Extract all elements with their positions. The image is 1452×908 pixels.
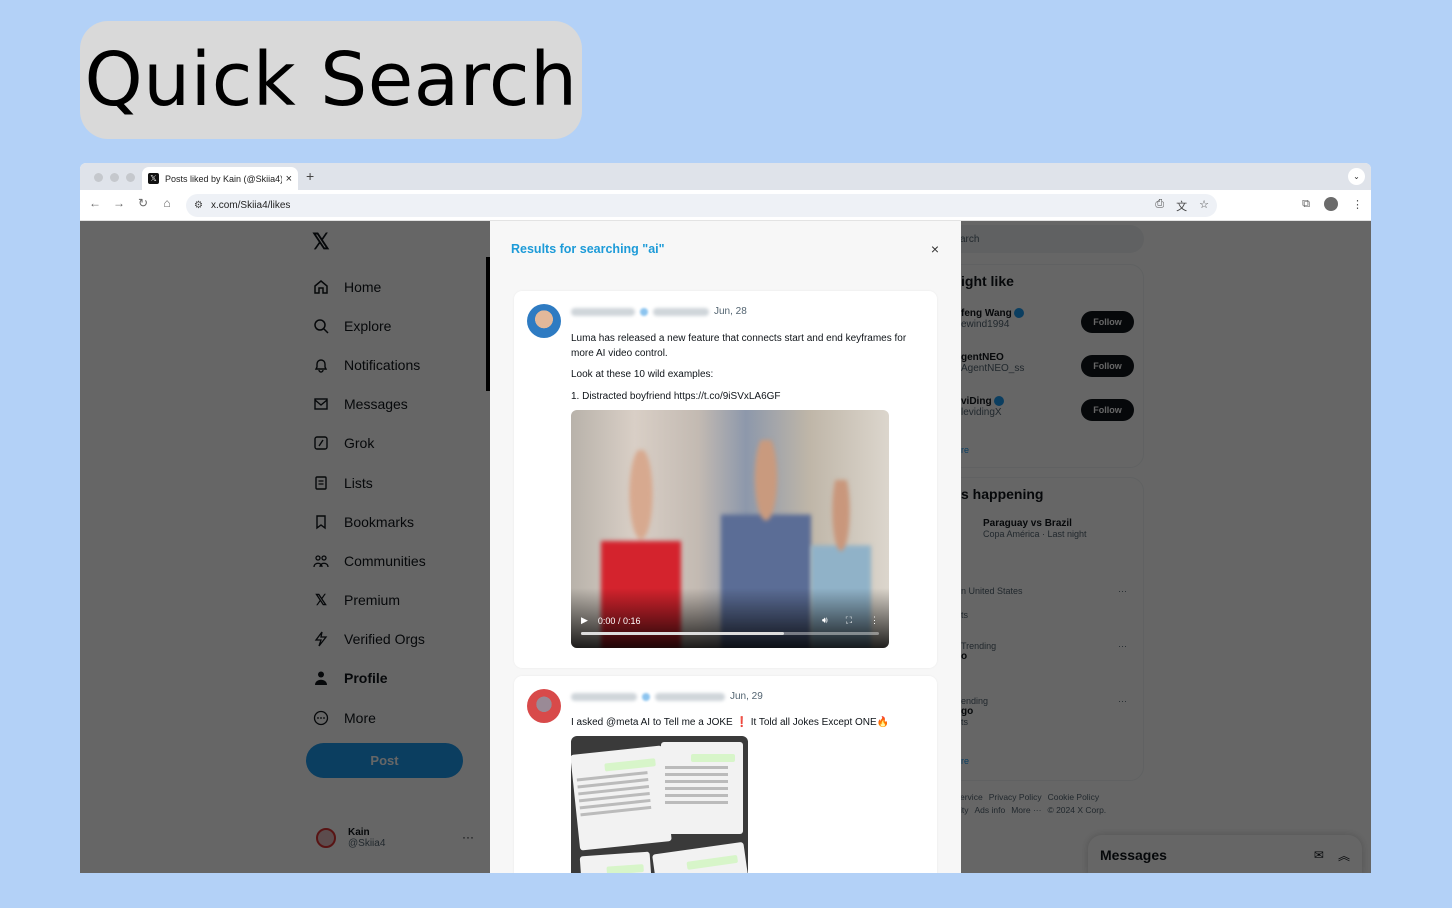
post-text: I asked @meta AI to Tell me a JOKE ❗ It …	[571, 717, 890, 728]
back-arrow-icon[interactable]: ←	[86, 196, 104, 210]
fullscreen-icon[interactable]: ⛶	[846, 615, 852, 626]
browser-window: 𝕏 Posts liked by Kain (@Skiia4) × + ⌄ ← …	[80, 163, 1371, 873]
home-icon[interactable]: ⌂	[158, 196, 176, 210]
video-menu-icon[interactable]: ⋮	[870, 615, 879, 626]
translate-icon[interactable]: 文	[1176, 198, 1187, 214]
bookmark-star-icon[interactable]: ☆	[1199, 198, 1209, 214]
close-icon[interactable]: ×	[931, 241, 939, 257]
verified-badge-icon	[640, 307, 648, 316]
author-avatar[interactable]	[527, 304, 561, 338]
chat-screenshot	[571, 745, 672, 851]
x-page: 𝕏 Home Explore Notifications Messages Gr…	[80, 221, 1371, 873]
extensions-icon[interactable]: ⧉	[1302, 198, 1310, 211]
search-results-modal: Results for searching "ai" × Jun, 28 Lum…	[490, 221, 961, 873]
play-icon[interactable]: ▶	[581, 615, 588, 626]
chat-screenshot	[652, 841, 748, 873]
author-avatar[interactable]	[527, 689, 561, 723]
window-controls	[94, 173, 135, 182]
install-app-icon[interactable]: ⎙	[1155, 198, 1164, 214]
post-header: Jun, 28	[571, 306, 747, 317]
tab-title: Posts liked by Kain (@Skiia4)	[165, 173, 282, 184]
close-tab-icon[interactable]: ×	[286, 173, 292, 185]
post-text: Look at these 10 wild examples:	[571, 369, 714, 380]
maximize-window-button[interactable]	[126, 173, 135, 182]
tab-search-chevron-icon[interactable]: ⌄	[1348, 168, 1365, 185]
blurred-author-handle	[653, 307, 709, 316]
post-text: Luma has released a new feature that con…	[571, 333, 907, 359]
video-progress-bar[interactable]	[581, 632, 879, 635]
close-window-button[interactable]	[94, 173, 103, 182]
volume-icon[interactable]: 🔊︎	[822, 615, 828, 626]
browser-toolbar: ← → ↻ ⌂ ⚙ x.com/Skiia4/likes ⎙ 文 ☆ ⧉ ⋮	[80, 190, 1371, 221]
forward-arrow-icon[interactable]: →	[110, 196, 128, 210]
video-controls: ▶ 0:00 / 0:16 🔊︎ ⛶ ⋮	[581, 615, 879, 626]
result-post[interactable]: Jun, 28 Luma has released a new feature …	[514, 291, 937, 668]
tab-bar: 𝕏 Posts liked by Kain (@Skiia4) × + ⌄	[80, 163, 1371, 190]
blurred-author-name	[571, 692, 637, 701]
profile-avatar-icon[interactable]	[1324, 197, 1338, 211]
post-text[interactable]: 1. Distracted boyfriend https://t.co/9iS…	[571, 389, 923, 404]
url-text: x.com/Skiia4/likes	[210, 200, 291, 211]
post-image[interactable]	[571, 736, 748, 873]
site-settings-icon[interactable]: ⚙	[194, 200, 203, 211]
result-post[interactable]: Jun, 29 I asked @meta AI to Tell me a JO…	[514, 676, 937, 873]
x-favicon-icon: 𝕏	[148, 173, 159, 184]
browser-tab[interactable]: 𝕏 Posts liked by Kain (@Skiia4) ×	[142, 167, 298, 190]
new-tab-button[interactable]: +	[306, 168, 314, 184]
post-header: Jun, 29	[571, 691, 763, 702]
video-player[interactable]: ▶ 0:00 / 0:16 🔊︎ ⛶ ⋮	[571, 410, 889, 648]
blurred-author-handle	[655, 692, 725, 701]
video-progress-fill	[581, 632, 784, 635]
verified-badge-icon	[642, 692, 650, 701]
feature-banner: Quick Search	[80, 21, 582, 139]
address-bar[interactable]: ⚙ x.com/Skiia4/likes ⎙ 文 ☆	[186, 194, 1217, 217]
blurred-author-name	[571, 307, 635, 316]
chat-screenshot	[661, 742, 743, 834]
modal-title: Results for searching "ai"	[511, 242, 665, 256]
minimize-window-button[interactable]	[110, 173, 119, 182]
banner-title: Quick Search	[84, 37, 578, 123]
chat-screenshot	[579, 851, 653, 873]
post-date: Jun, 29	[730, 691, 763, 702]
video-time: 0:00 / 0:16	[597, 615, 641, 626]
kebab-menu-icon[interactable]: ⋮	[1352, 198, 1363, 211]
reload-icon[interactable]: ↻	[134, 196, 152, 210]
post-date: Jun, 28	[714, 306, 747, 317]
